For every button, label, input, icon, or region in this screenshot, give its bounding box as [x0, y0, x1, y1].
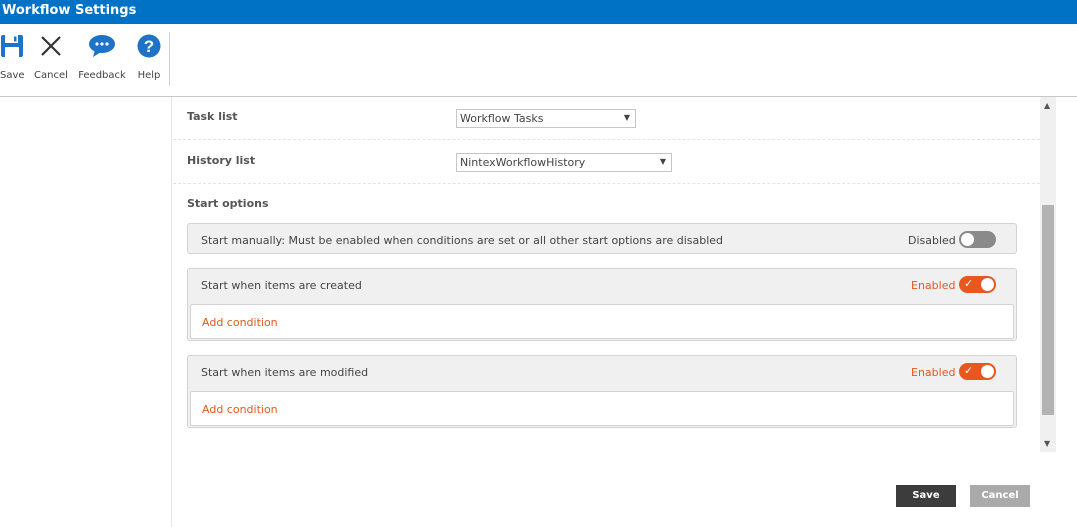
start-on-create-condition-box: Add condition — [190, 304, 1014, 339]
start-on-modify-state: Enabled — [911, 366, 956, 379]
start-on-modify-option: Start when items are modified Enabled ✓ … — [187, 355, 1017, 428]
add-condition-link[interactable]: Add condition — [202, 403, 278, 416]
scroll-thumb[interactable] — [1042, 205, 1054, 415]
ribbon-toolbar: Save Cancel Feedback ? Help — [0, 24, 1077, 97]
ribbon-cancel-button[interactable]: Cancel — [32, 34, 70, 81]
vertical-scrollbar[interactable]: ▲ ▼ — [1040, 97, 1056, 452]
start-manually-label: Start manually: Must be enabled when con… — [201, 234, 724, 247]
speech-bubble-icon — [77, 34, 127, 60]
svg-text:?: ? — [144, 37, 154, 56]
ribbon-feedback-label: Feedback — [78, 70, 126, 81]
start-options-title: Start options — [187, 197, 269, 210]
help-icon: ? — [136, 34, 162, 60]
ribbon-help-label: Help — [137, 70, 161, 81]
left-pane — [0, 97, 172, 527]
start-on-modify-label: Start when items are modified — [201, 366, 369, 379]
save-button[interactable]: Save — [896, 485, 956, 507]
check-icon: ✓ — [964, 277, 974, 290]
window-title: Workflow Settings — [2, 3, 137, 18]
ribbon-help-button[interactable]: ? Help — [136, 34, 162, 81]
task-list-select[interactable]: Workflow Tasks ▼ — [456, 109, 636, 128]
dropdown-arrow-icon: ▼ — [659, 157, 666, 166]
title-bar: Workflow Settings — [0, 0, 1077, 24]
history-list-row: History list NintexWorkflowHistory ▼ — [173, 140, 1040, 184]
cancel-button[interactable]: Cancel — [970, 485, 1030, 507]
task-list-label: Task list — [187, 110, 238, 123]
start-on-modify-condition-box: Add condition — [190, 391, 1014, 426]
settings-panel: Task list Workflow Tasks ▼ History list … — [173, 97, 1040, 452]
ribbon-cancel-label: Cancel — [34, 70, 68, 81]
start-manually-state: Disabled — [908, 234, 956, 247]
start-on-create-label: Start when items are created — [201, 279, 362, 292]
start-manually-toggle[interactable] — [959, 231, 996, 248]
ribbon-feedback-button[interactable]: Feedback — [77, 34, 127, 81]
task-list-row: Task list Workflow Tasks ▼ — [173, 97, 1040, 140]
ribbon-divider — [169, 32, 170, 86]
close-icon — [32, 34, 70, 60]
task-list-value: Workflow Tasks — [460, 112, 544, 125]
save-icon — [0, 34, 24, 60]
toggle-knob — [961, 233, 974, 246]
scroll-down-icon[interactable]: ▼ — [1044, 439, 1050, 448]
dropdown-arrow-icon: ▼ — [623, 113, 630, 122]
check-icon: ✓ — [964, 364, 974, 377]
toggle-knob — [981, 365, 994, 378]
start-on-modify-toggle[interactable]: ✓ — [959, 363, 996, 380]
ribbon-save-label: Save — [0, 70, 25, 81]
ribbon-save-button[interactable]: Save — [0, 34, 25, 81]
start-on-create-option: Start when items are created Enabled ✓ A… — [187, 268, 1017, 341]
history-list-label: History list — [187, 154, 256, 167]
history-list-select[interactable]: NintexWorkflowHistory ▼ — [456, 153, 672, 172]
toggle-knob — [981, 278, 994, 291]
history-list-value: NintexWorkflowHistory — [460, 156, 586, 169]
start-on-create-toggle[interactable]: ✓ — [959, 276, 996, 293]
start-on-create-state: Enabled — [911, 279, 956, 292]
start-manually-option: Start manually: Must be enabled when con… — [187, 223, 1017, 254]
scroll-up-icon[interactable]: ▲ — [1044, 101, 1050, 110]
add-condition-link[interactable]: Add condition — [202, 316, 278, 329]
